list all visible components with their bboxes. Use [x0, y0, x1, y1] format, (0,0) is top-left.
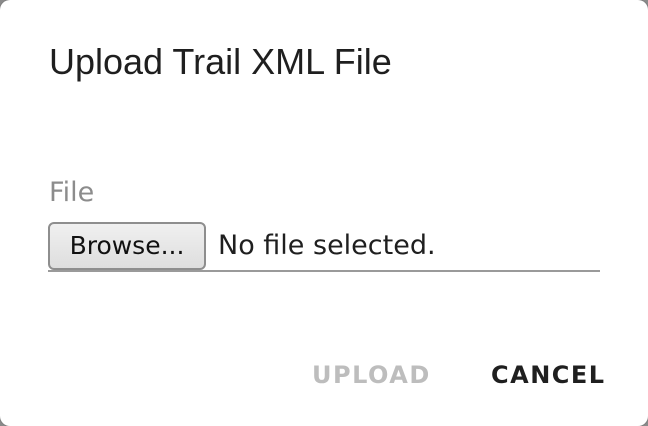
cancel-button[interactable]: CANCEL	[491, 356, 606, 394]
browse-button[interactable]: Browse...	[48, 222, 206, 270]
upload-button[interactable]: UPLOAD	[312, 356, 431, 394]
dialog-actions: UPLOAD CANCEL	[0, 356, 648, 396]
dialog-title: Upload Trail XML File	[49, 41, 392, 82]
file-status-text: No file selected.	[218, 230, 436, 261]
file-input[interactable]: Browse... No file selected.	[48, 220, 600, 272]
file-field-label: File	[49, 177, 95, 208]
upload-dialog: Upload Trail XML File File Browse... No …	[0, 0, 648, 426]
